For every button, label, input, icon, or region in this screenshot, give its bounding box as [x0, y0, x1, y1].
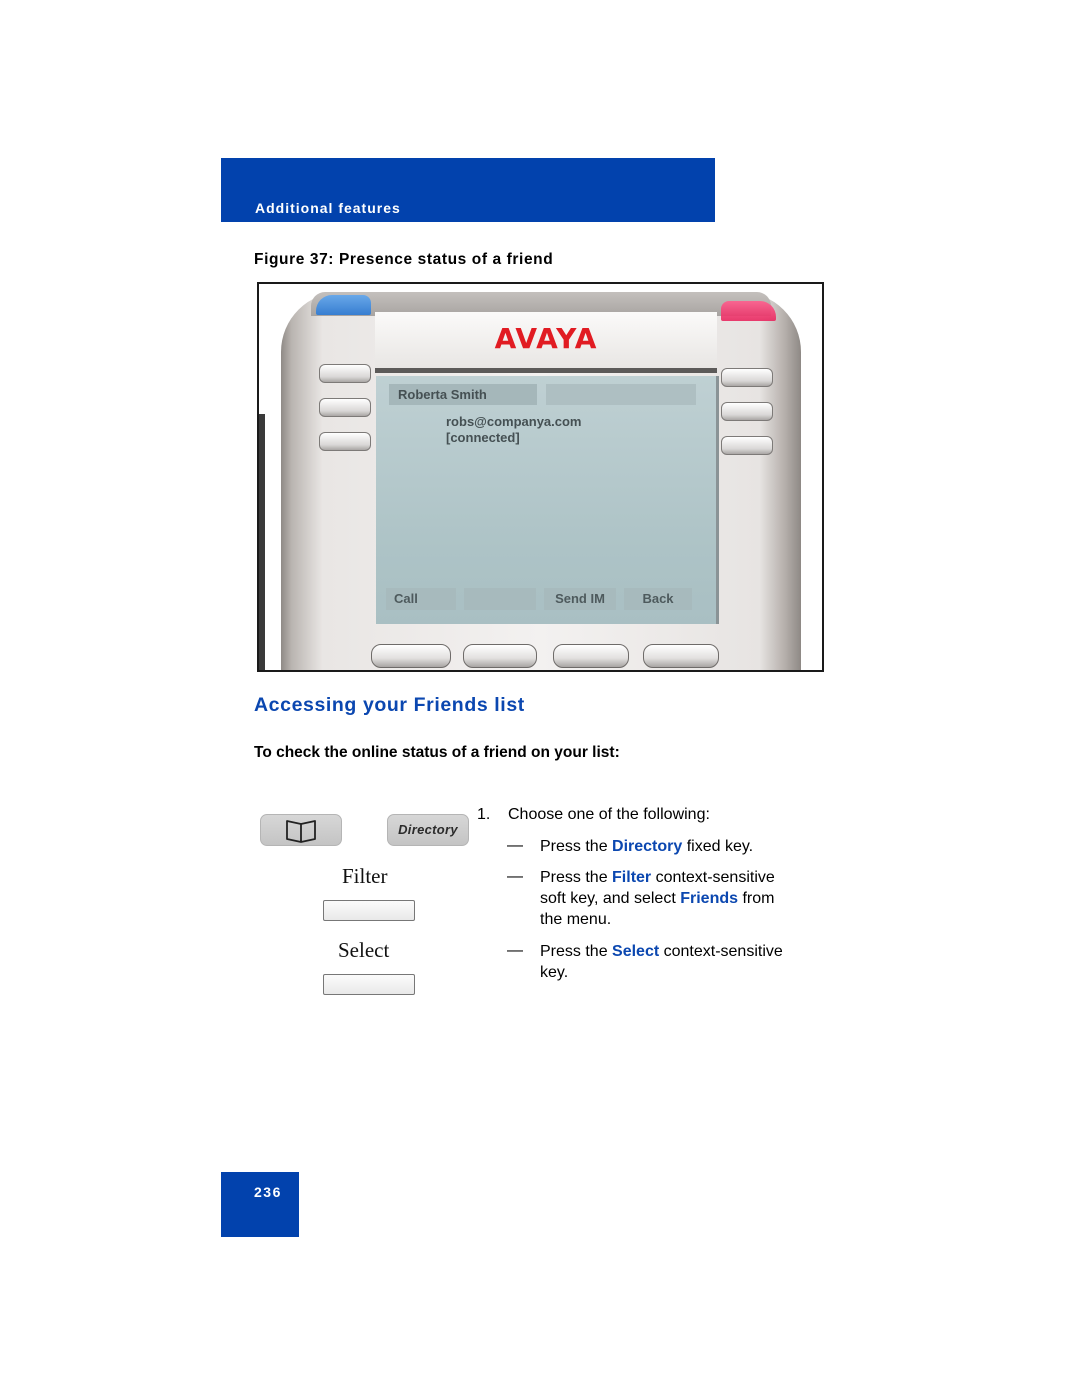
ip-phone: AVAYA Roberta Smith robs@companya.com [c… — [281, 292, 801, 670]
procedure-intro: To check the online status of a friend o… — [254, 744, 620, 761]
option-dash: — — [507, 868, 523, 885]
option-filter: Press the Filter context-sensitive soft … — [540, 867, 775, 930]
soft-key-4 — [643, 644, 719, 668]
phone-display: Roberta Smith robs@companya.com [connect… — [376, 376, 719, 624]
phone-side-edge — [259, 414, 265, 670]
page-number-box: 236 — [221, 1172, 299, 1237]
figure-phone-image: AVAYA Roberta Smith robs@companya.com [c… — [257, 282, 824, 672]
figure-caption: Figure 37: Presence status of a friend — [254, 251, 554, 268]
soft-key-1 — [371, 644, 451, 668]
filter-softkey — [323, 900, 415, 921]
contact-name: Roberta Smith — [389, 384, 537, 405]
option-directory: Press the Directory fixed key. — [540, 836, 753, 857]
section-heading: Accessing your Friends list — [254, 694, 525, 716]
option-text: key. — [540, 964, 569, 981]
open-book-icon — [286, 820, 316, 843]
softkey-label-back: Back — [624, 588, 692, 610]
select-softkey-label: Select — [338, 938, 390, 962]
option-text: fixed key. — [682, 838, 754, 855]
softkey-label-empty — [464, 588, 536, 610]
option-text: Press the — [540, 869, 613, 886]
directory-fixed-key: Directory — [387, 814, 469, 846]
select-softkey — [323, 974, 415, 995]
page-number: 236 — [254, 1184, 282, 1200]
keyword-filter: Filter — [612, 869, 652, 886]
chapter-header-band: Additional features — [221, 158, 715, 222]
softkey-label-send-im: Send IM — [544, 588, 616, 610]
keyword-select: Select — [612, 943, 660, 960]
presence-status: [connected] — [446, 430, 520, 445]
title-bar-empty — [546, 384, 696, 405]
directory-key-label: Directory — [398, 822, 458, 837]
line-key-left-3 — [319, 432, 371, 451]
keyword-directory: Directory — [612, 838, 683, 855]
step-number: 1. — [477, 806, 491, 823]
option-dash: — — [507, 837, 523, 854]
line-key-left-1 — [319, 364, 371, 383]
option-text: context-sensitive — [651, 869, 775, 886]
option-text: Press the — [540, 838, 613, 855]
avaya-logo: AVAYA — [494, 322, 598, 355]
step-text: Choose one of the following: — [508, 806, 710, 823]
option-text: soft key, and select — [540, 890, 681, 907]
softkey-label-call: Call — [386, 588, 456, 610]
message-waiting-led-blue — [316, 295, 371, 315]
line-key-right-2 — [721, 402, 773, 421]
soft-key-3 — [553, 644, 629, 668]
option-text: context-sensitive — [659, 943, 783, 960]
directory-book-key — [260, 814, 342, 846]
contact-email: robs@companya.com — [446, 414, 582, 429]
option-select: Press the Select context-sensitive key. — [540, 941, 783, 983]
option-text: the menu. — [540, 911, 612, 928]
line-key-right-1 — [721, 368, 773, 387]
option-dash: — — [507, 942, 523, 959]
option-text: from — [738, 890, 775, 907]
line-key-left-2 — [319, 398, 371, 417]
soft-key-2 — [463, 644, 537, 668]
line-key-right-3 — [721, 436, 773, 455]
keyword-friends: Friends — [680, 890, 739, 907]
option-text: Press the — [540, 943, 613, 960]
logo-panel: AVAYA — [375, 312, 717, 373]
section-label: Additional features — [255, 200, 401, 216]
message-waiting-led-red — [721, 301, 776, 321]
filter-softkey-label: Filter — [342, 864, 388, 888]
